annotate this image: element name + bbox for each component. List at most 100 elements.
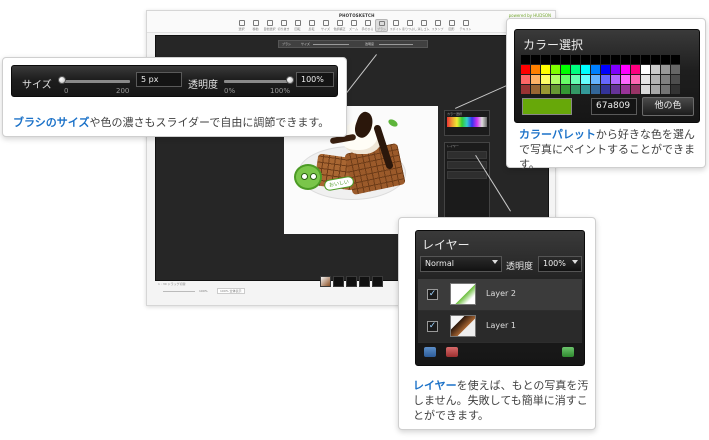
color-swatch[interactable] — [611, 85, 620, 94]
fit-button[interactable]: 100% 全体表示 — [217, 288, 245, 294]
tool-hand-button[interactable]: 手のひら — [361, 19, 374, 32]
history-thumb[interactable] — [346, 276, 357, 287]
color-swatch[interactable] — [641, 55, 650, 64]
color-swatch[interactable] — [571, 85, 580, 94]
tool-move-button[interactable]: 移動 — [249, 19, 262, 32]
layer-opacity-select[interactable]: 100% — [538, 256, 582, 272]
color-swatch[interactable] — [591, 55, 600, 64]
tool-magic-wand-button[interactable]: 自動選択 — [263, 19, 276, 32]
tool-shape-button[interactable]: 図形 — [445, 19, 458, 32]
side-layer-row[interactable] — [447, 171, 487, 179]
layer-row-2[interactable]: ✓ Layer 2 — [418, 279, 582, 311]
color-swatch[interactable] — [621, 75, 630, 84]
color-swatch[interactable] — [561, 65, 570, 74]
color-swatch[interactable] — [661, 55, 670, 64]
color-swatch[interactable] — [661, 65, 670, 74]
color-swatch[interactable] — [601, 75, 610, 84]
layer-visibility-checkbox[interactable]: ✓ — [427, 321, 438, 332]
history-thumb[interactable] — [359, 276, 370, 287]
color-swatch[interactable] — [521, 65, 530, 74]
color-swatch[interactable] — [551, 85, 560, 94]
hex-color-input[interactable]: 67a809 — [591, 98, 637, 115]
tool-select-button[interactable]: 選択 — [235, 19, 248, 32]
brush-opacity-input[interactable]: 100% — [296, 72, 334, 87]
tool-eyedropper-button[interactable]: スポイト — [389, 19, 402, 32]
tool-text-button[interactable]: テキスト — [459, 19, 472, 32]
color-swatch[interactable] — [601, 65, 610, 74]
history-thumb[interactable] — [320, 276, 331, 287]
tool-rotate-button[interactable]: 回転 — [291, 19, 304, 32]
color-swatch[interactable] — [531, 85, 540, 94]
brush-opacity-slider[interactable] — [224, 80, 290, 83]
delete-layer-icon[interactable] — [446, 347, 458, 357]
color-swatch[interactable] — [581, 65, 590, 74]
tool-eraser-button[interactable]: 消しゴム — [417, 19, 430, 32]
merge-layer-icon[interactable] — [562, 347, 574, 357]
side-color-grid[interactable] — [447, 117, 487, 127]
color-swatch[interactable] — [591, 65, 600, 74]
tool-flip-button[interactable]: 反転 — [305, 19, 318, 32]
color-swatch[interactable] — [571, 75, 580, 84]
color-swatch[interactable] — [601, 55, 610, 64]
color-swatch[interactable] — [521, 55, 530, 64]
options-size-slider[interactable] — [313, 44, 349, 45]
color-swatch[interactable] — [551, 65, 560, 74]
brush-size-slider[interactable] — [60, 80, 130, 83]
color-swatch[interactable] — [651, 55, 660, 64]
color-swatch[interactable] — [601, 85, 610, 94]
color-swatch[interactable] — [641, 65, 650, 74]
tool-brush-button[interactable]: ブラシ — [375, 19, 388, 32]
blend-mode-select[interactable]: Normal — [420, 256, 502, 272]
color-swatch[interactable] — [561, 55, 570, 64]
color-swatch[interactable] — [521, 85, 530, 94]
history-thumb[interactable] — [372, 276, 383, 287]
add-layer-icon[interactable] — [424, 347, 436, 357]
options-opacity-slider[interactable] — [379, 44, 413, 45]
color-swatch[interactable] — [571, 65, 580, 74]
color-swatch[interactable] — [651, 75, 660, 84]
color-swatch[interactable] — [541, 75, 550, 84]
color-swatch[interactable] — [631, 55, 640, 64]
layer-row-1[interactable]: ✓ Layer 1 — [418, 311, 582, 343]
color-swatch[interactable] — [551, 55, 560, 64]
color-swatch[interactable] — [641, 85, 650, 94]
color-swatch[interactable] — [581, 85, 590, 94]
brush-opacity-knob[interactable] — [286, 76, 294, 84]
color-swatch[interactable] — [531, 75, 540, 84]
color-swatch[interactable] — [531, 55, 540, 64]
tool-fill-button[interactable]: 塗りつぶし — [402, 19, 417, 32]
color-swatch[interactable] — [581, 55, 590, 64]
color-swatch[interactable] — [661, 75, 670, 84]
tool-adjust-button[interactable]: 色調補正 — [333, 19, 346, 32]
color-swatch[interactable] — [611, 75, 620, 84]
tool-resize-button[interactable]: サイズ — [319, 19, 332, 32]
color-swatch[interactable] — [631, 85, 640, 94]
color-swatch[interactable] — [591, 75, 600, 84]
color-swatch[interactable] — [661, 85, 670, 94]
other-colors-button[interactable]: 他の色 — [642, 97, 694, 116]
color-swatch[interactable] — [521, 75, 530, 84]
color-swatch[interactable] — [671, 75, 680, 84]
history-thumb[interactable] — [333, 276, 344, 287]
color-swatch[interactable] — [561, 85, 570, 94]
color-swatch[interactable] — [671, 85, 680, 94]
color-swatch[interactable] — [621, 65, 630, 74]
color-swatch[interactable] — [651, 65, 660, 74]
tool-zoom-button[interactable]: ズーム — [347, 19, 360, 32]
color-swatch[interactable] — [551, 75, 560, 84]
zoom-slider[interactable] — [163, 291, 195, 292]
color-swatch[interactable] — [611, 55, 620, 64]
color-swatch[interactable] — [671, 55, 680, 64]
current-color-swatch[interactable] — [522, 98, 572, 115]
color-swatch[interactable] — [541, 55, 550, 64]
color-swatch[interactable] — [621, 85, 630, 94]
layer-visibility-checkbox[interactable]: ✓ — [427, 289, 438, 300]
color-swatch[interactable] — [531, 65, 540, 74]
color-swatch[interactable] — [631, 65, 640, 74]
color-swatch[interactable] — [641, 75, 650, 84]
color-swatch[interactable] — [541, 65, 550, 74]
side-layer-row[interactable] — [447, 151, 487, 159]
color-swatch[interactable] — [561, 75, 570, 84]
color-swatch[interactable] — [621, 55, 630, 64]
color-swatch[interactable] — [591, 85, 600, 94]
